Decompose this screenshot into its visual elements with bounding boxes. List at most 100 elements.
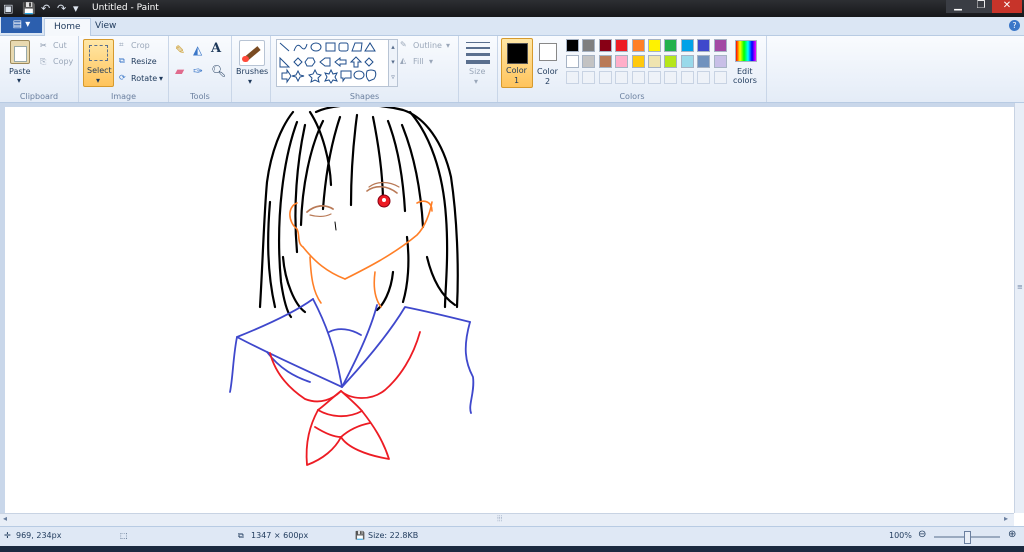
color1-number: 1 xyxy=(514,76,520,85)
scroll-right-icon[interactable]: ▸ xyxy=(1004,514,1008,523)
paint-app-icon: ▣ xyxy=(3,2,14,15)
palette-swatch[interactable] xyxy=(697,55,711,68)
palette-swatch[interactable] xyxy=(648,71,661,84)
colors-group-label: Colors xyxy=(619,92,645,101)
resize-icon: ⧉ xyxy=(119,56,125,65)
vertical-scrollbar[interactable]: ≡ xyxy=(1014,103,1024,513)
pencil-icon[interactable]: ✎ xyxy=(175,43,185,57)
paste-button[interactable]: Paste xyxy=(9,67,31,76)
zoom-slider-thumb[interactable] xyxy=(964,531,971,544)
magnifier-icon[interactable]: 🔍︎ xyxy=(211,64,226,78)
customize-quick-access-icon[interactable]: ▾ xyxy=(73,2,79,15)
palette-swatch[interactable] xyxy=(598,39,612,52)
save-icon[interactable]: 💾 xyxy=(22,2,36,15)
vertical-scroll-grip-icon[interactable]: ≡ xyxy=(1017,283,1023,291)
palette-swatch[interactable] xyxy=(713,71,727,84)
brushes-button[interactable]: Brushes xyxy=(236,67,268,76)
paste-dropdown-icon[interactable]: ▾ xyxy=(17,76,21,85)
fill-dropdown-icon[interactable]: ▾ xyxy=(429,57,433,66)
redo-icon[interactable]: ↷ xyxy=(57,2,66,15)
palette-swatch[interactable] xyxy=(615,55,629,68)
cut-button[interactable]: Cut xyxy=(53,41,67,50)
maximize-button[interactable]: ❐ xyxy=(970,0,992,13)
shapes-group: ▴ ▾ ▿ ✎ Outline ▾ ◭ Fill ▾ Shapes xyxy=(271,36,459,102)
color2-button[interactable]: Color 2 xyxy=(534,38,562,86)
zoom-level: 100% xyxy=(889,531,912,540)
rotate-dropdown-icon[interactable]: ▾ xyxy=(159,74,163,83)
palette-swatch[interactable] xyxy=(631,39,645,52)
fill-icon: ◭ xyxy=(400,56,407,65)
eraser-icon[interactable]: ▰ xyxy=(175,64,184,78)
file-menu-button[interactable]: ▤ ▾ xyxy=(1,17,42,33)
select-button[interactable]: Select ▾ xyxy=(83,39,114,87)
shapes-scroll[interactable]: ▴ ▾ ▿ xyxy=(388,39,398,87)
palette-swatch[interactable] xyxy=(598,55,612,68)
palette-swatch[interactable] xyxy=(631,55,645,68)
palette-swatch[interactable] xyxy=(615,71,629,84)
rotate-button[interactable]: Rotate xyxy=(131,74,157,83)
selection-size-icon: ⬚ xyxy=(120,531,128,540)
palette-swatch[interactable] xyxy=(566,55,579,68)
paste-icon[interactable] xyxy=(10,40,30,64)
palette-swatch[interactable] xyxy=(697,71,711,84)
status-bar: ✛ 969, 234px ⬚ ⧉ 1347 × 600px 💾 Size: 22… xyxy=(0,526,1024,547)
color-picker-icon[interactable]: ✑ xyxy=(193,64,203,78)
palette-swatch[interactable] xyxy=(648,39,661,52)
palette-swatch[interactable] xyxy=(615,39,629,52)
palette-swatch[interactable] xyxy=(664,39,678,52)
brushes-dropdown-icon[interactable]: ▾ xyxy=(248,77,252,86)
palette-swatch[interactable] xyxy=(664,55,678,68)
palette-swatch[interactable] xyxy=(680,39,694,52)
tab-home[interactable]: Home xyxy=(44,18,91,36)
size-lines-icon[interactable] xyxy=(466,42,490,64)
brush-icon[interactable] xyxy=(239,40,265,66)
size-dropdown-icon[interactable]: ▾ xyxy=(474,77,478,86)
close-button[interactable]: ✕ xyxy=(992,0,1022,13)
file-size: Size: 22.8KB xyxy=(368,531,419,540)
crop-button[interactable]: Crop xyxy=(131,41,150,50)
shapes-gallery[interactable] xyxy=(276,39,390,87)
horizontal-scrollbar[interactable]: ◂ ⦙⦙⦙ ▸ xyxy=(0,513,1014,526)
help-icon[interactable]: ? xyxy=(1009,20,1020,31)
palette-swatch[interactable] xyxy=(680,55,694,68)
size-button[interactable]: Size xyxy=(469,67,485,76)
outline-dropdown-icon[interactable]: ▾ xyxy=(446,41,450,50)
edit-colors-label-2[interactable]: colors xyxy=(733,76,757,85)
palette-swatch[interactable] xyxy=(631,71,645,84)
palette-swatch[interactable] xyxy=(648,55,661,68)
shapes-gallery-icons xyxy=(279,42,377,84)
horizontal-scroll-grip-icon[interactable]: ⦙⦙⦙ xyxy=(497,514,502,524)
zoom-in-icon[interactable]: ⊕ xyxy=(1008,529,1016,540)
image-dimensions: 1347 × 600px xyxy=(251,531,309,540)
fill-bucket-icon[interactable]: ◭ xyxy=(193,43,202,57)
undo-icon[interactable]: ↶ xyxy=(41,2,50,15)
copy-button[interactable]: Copy xyxy=(53,57,73,66)
minimize-button[interactable]: ▁ xyxy=(946,0,970,13)
palette-swatch[interactable] xyxy=(582,71,596,84)
text-tool-icon[interactable]: A xyxy=(211,41,221,56)
outline-button[interactable]: Outline xyxy=(413,41,442,50)
ribbon: Paste ▾ ✂ Cut ⎘ Copy Clipboard Select ▾ … xyxy=(0,36,1024,103)
bow-tie xyxy=(269,331,421,466)
scroll-left-icon[interactable]: ◂ xyxy=(3,514,7,523)
palette-swatch[interactable] xyxy=(664,71,678,84)
palette-swatch[interactable] xyxy=(566,39,579,52)
resize-button[interactable]: Resize xyxy=(131,57,157,66)
fill-button[interactable]: Fill xyxy=(413,57,424,66)
rotate-icon: ⟳ xyxy=(119,73,126,82)
palette-swatch[interactable] xyxy=(582,55,596,68)
edit-colors-label[interactable]: Edit xyxy=(737,67,753,76)
palette-swatch[interactable] xyxy=(680,71,694,84)
edit-colors-icon[interactable] xyxy=(735,40,757,62)
palette-swatch[interactable] xyxy=(697,39,711,52)
tab-view[interactable]: View xyxy=(86,18,125,35)
color1-button[interactable]: Color 1 xyxy=(501,38,533,88)
palette-swatch[interactable] xyxy=(713,55,727,68)
zoom-out-icon[interactable]: ⊖ xyxy=(918,529,926,540)
palette-swatch[interactable] xyxy=(582,39,596,52)
palette-swatch[interactable] xyxy=(598,71,612,84)
palette-swatch[interactable] xyxy=(713,39,727,52)
colors-group: Color 1 Color 2 Edit colors Colors xyxy=(498,36,767,102)
palette-swatch[interactable] xyxy=(566,71,579,84)
drawing-canvas[interactable] xyxy=(5,107,1014,513)
